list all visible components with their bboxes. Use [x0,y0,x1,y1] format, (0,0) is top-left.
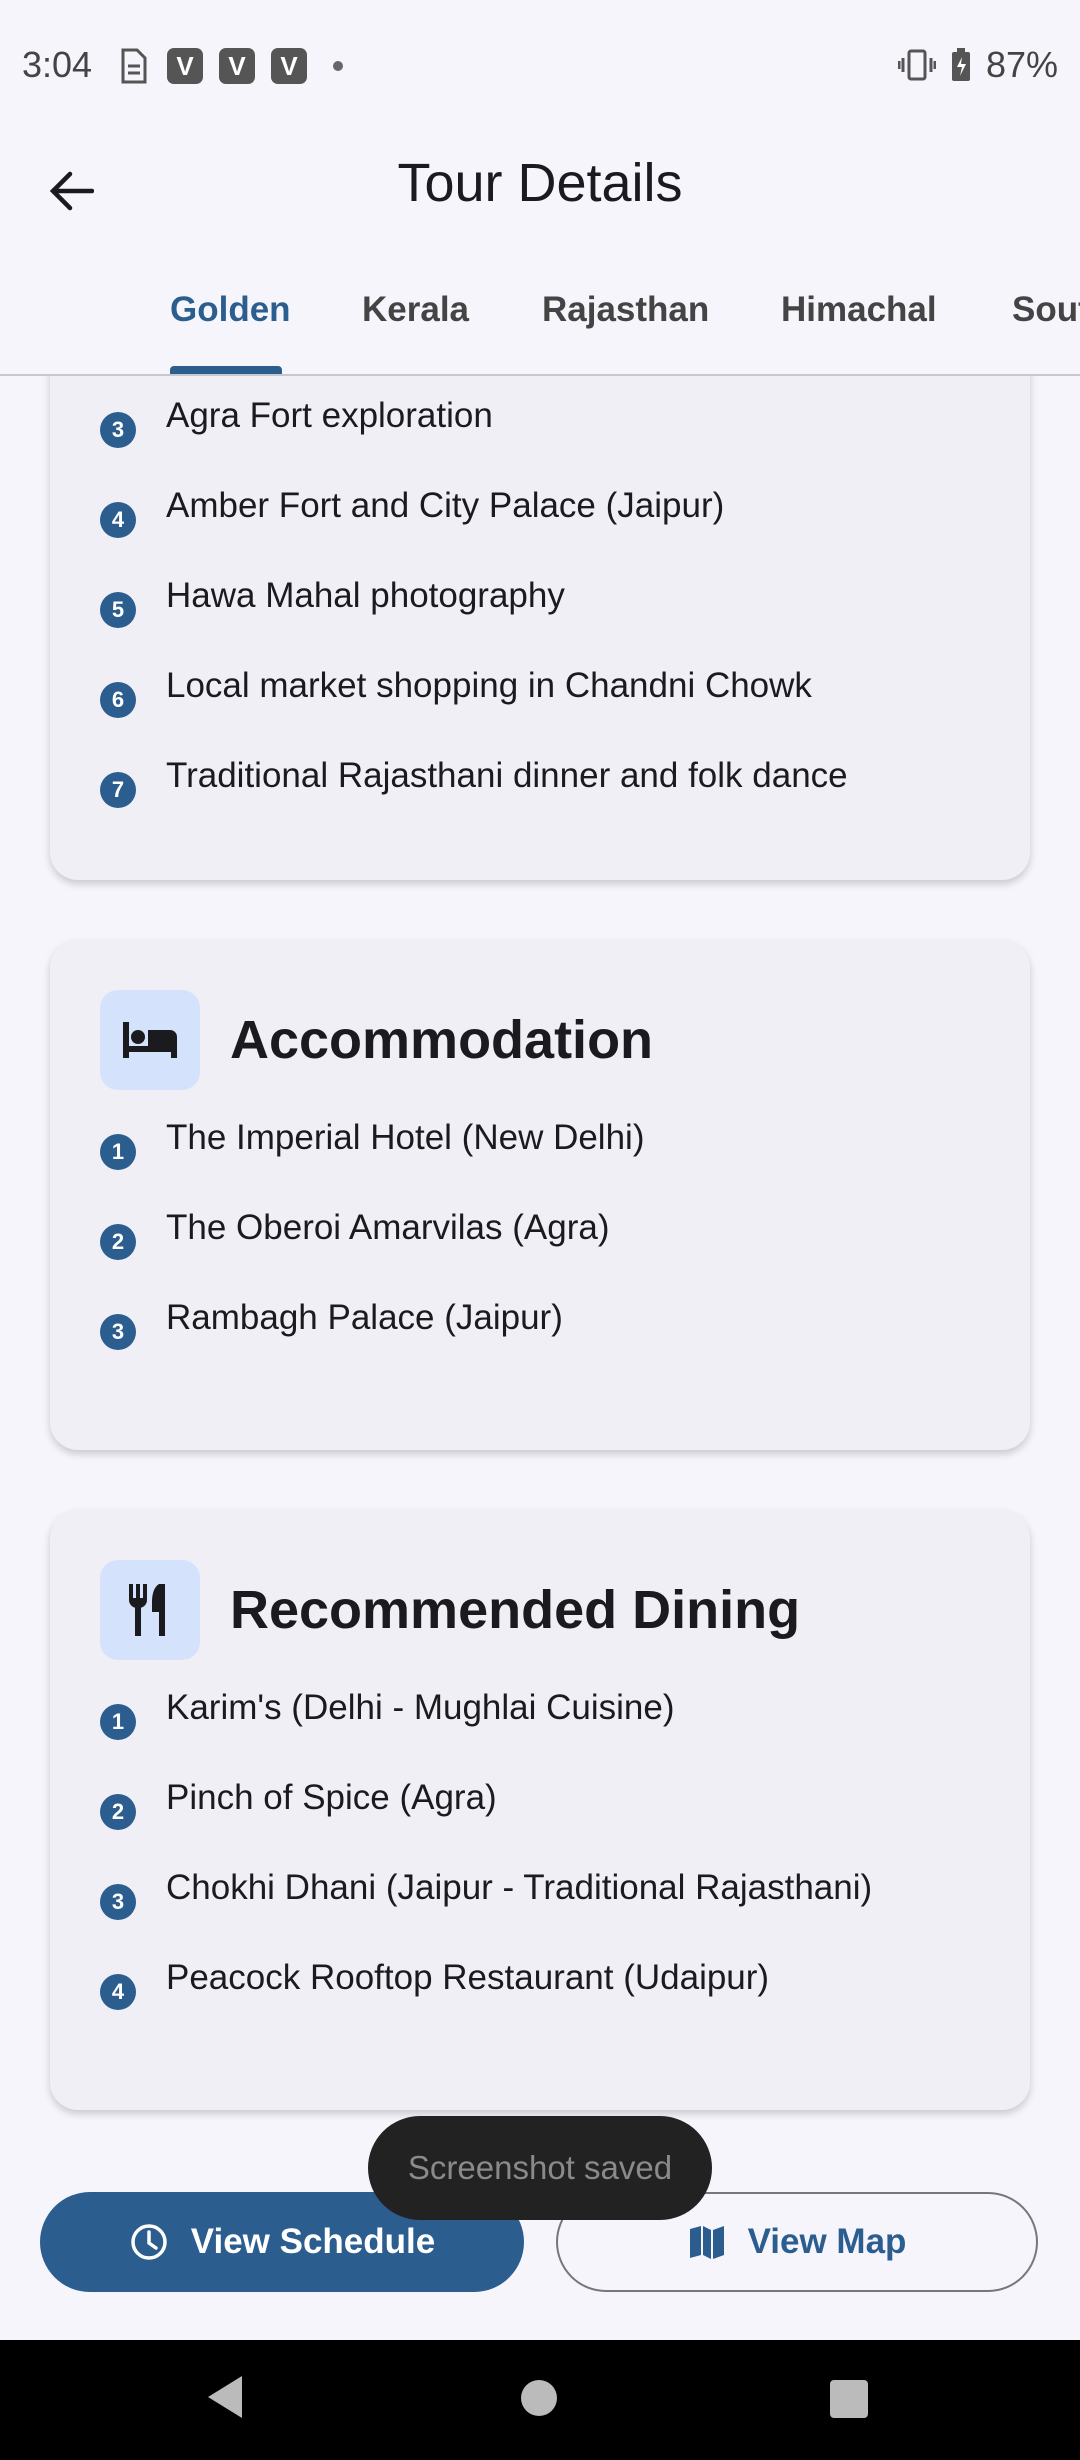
list-number: 1 [100,1134,136,1170]
icon-container [100,990,200,1090]
list-number: 2 [100,1224,136,1260]
list-item: 3 Chokhi Dhani (Jaipur - Traditional Raj… [100,1866,872,1920]
list-number: 3 [100,1314,136,1350]
view-schedule-label: View Schedule [190,2222,436,2261]
page-title: Tour Details [397,153,683,213]
map-icon [689,2226,724,2259]
list-item: 3 Agra Fort exploration [100,394,493,448]
list-item-text: Hawa Mahal photography [166,576,565,615]
list-number: 6 [100,682,136,718]
list-item: 1 The Imperial Hotel (New Delhi) [100,1116,644,1170]
list-item-text: Agra Fort exploration [166,396,493,435]
list-item-text: Amber Fort and City Palace (Jaipur) [166,486,725,525]
nav-home-icon[interactable] [521,2380,557,2416]
accommodation-card: Accommodation 1 The Imperial Hotel (New … [50,940,1030,1450]
battery-percent: 87% [985,44,1058,85]
list-number: 5 [100,592,136,628]
tab-golden[interactable]: Golden [170,290,291,330]
dining-card: Recommended Dining 1 Karim's (Delhi - Mu… [50,1510,1030,2110]
activities-card: 3 Agra Fort exploration 4 Amber Fort and… [50,376,1030,880]
v-app-icon: V [271,48,307,84]
list-number: 3 [100,412,136,448]
status-time: 3:04 [22,44,93,85]
v-app-icon: V [219,48,255,84]
list-item-text: Karim's (Delhi - Mughlai Cuisine) [166,1688,675,1727]
icon-container [100,1560,200,1660]
list-item: 3 Rambagh Palace (Jaipur) [100,1296,563,1350]
restaurant-icon [129,1584,165,1636]
nav-recents-icon[interactable] [830,2380,868,2418]
app-bar: Tour Details [0,130,1080,260]
vibrate-icon [897,49,936,81]
notification-icons: V V V [115,46,343,86]
list-item-text: Pinch of Spice (Agra) [166,1778,497,1817]
list-number: 4 [100,502,136,538]
list-item-text: Peacock Rooftop Restaurant (Udaipur) [166,1958,770,1997]
v-app-icon: V [167,48,203,84]
sim-icon [121,48,147,84]
list-number: 1 [100,1704,136,1740]
list-number: 4 [100,1974,136,2010]
nav-back-icon[interactable] [206,2374,244,2420]
list-number: 2 [100,1794,136,1830]
list-item-text: The Imperial Hotel (New Delhi) [166,1118,645,1157]
list-item-text: The Oberoi Amarvilas (Agra) [166,1208,610,1247]
tab-rajasthan[interactable]: Rajasthan [542,290,709,330]
toast-message: Screenshot saved [368,2116,712,2220]
card-title: Accommodation [230,1010,654,1070]
tab-bar: Golden Kerala Rajasthan Himachal Sout [0,260,1080,376]
clock-icon [131,2224,167,2260]
tab-himachal[interactable]: Himachal [781,290,937,330]
list-item-text: Local market shopping in Chandni Chowk [166,666,812,705]
list-item: 5 Hawa Mahal photography [100,574,565,628]
status-bar: 3:04 V V V 87% [0,0,1080,130]
list-number: 7 [100,772,136,808]
tab-kerala[interactable]: Kerala [362,290,469,330]
list-item: 2 The Oberoi Amarvilas (Agra) [100,1206,609,1260]
dot-icon [333,61,343,71]
list-item: 7 Traditional Rajasthani dinner and folk… [100,754,848,808]
list-item-text: Chokhi Dhani (Jaipur - Traditional Rajas… [166,1868,873,1907]
list-item: 2 Pinch of Spice (Agra) [100,1776,497,1830]
list-item-text: Rambagh Palace (Jaipur) [166,1298,563,1337]
tab-indicator [170,366,282,374]
card-title: Recommended Dining [230,1580,801,1640]
list-number: 3 [100,1884,136,1920]
status-right: 87% [897,44,1058,86]
list-item: 1 Karim's (Delhi - Mughlai Cuisine) [100,1686,675,1740]
list-item-text: Traditional Rajasthani dinner and folk d… [166,756,848,795]
card-header: Accommodation [100,990,653,1090]
system-nav-bar [0,2340,1080,2460]
list-item: 4 Amber Fort and City Palace (Jaipur) [100,484,724,538]
tab-south[interactable]: Sout [1012,290,1080,330]
battery-icon [951,48,970,81]
view-map-label: View Map [747,2222,907,2261]
card-header: Recommended Dining [100,1560,800,1660]
bed-icon [123,1022,177,1058]
list-item: 4 Peacock Rooftop Restaurant (Udaipur) [100,1956,769,2010]
list-item: 6 Local market shopping in Chandni Chowk [100,664,812,718]
tour-details-content[interactable]: 3 Agra Fort exploration 4 Amber Fort and… [0,376,1080,2340]
